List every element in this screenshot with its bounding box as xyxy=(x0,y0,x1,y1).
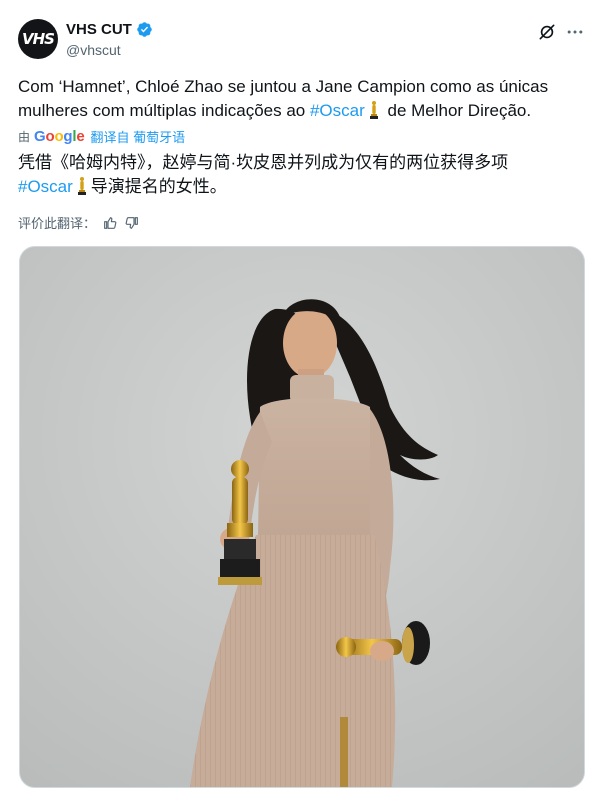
rate-translation-label: 评价此翻译： xyxy=(18,216,97,231)
translated-text: 凭借《哈姆内特》，赵婷与简·坎皮恩并列成为仅有的两位获得多项 #Oscar 导演提… xyxy=(18,151,558,199)
tweet-text-part: de Melhor Direção. xyxy=(382,101,532,120)
avatar-logo-text: VHS xyxy=(22,30,55,48)
author-name-row: VHS CUT xyxy=(66,21,153,38)
translated-text-part: 凭借《哈姆内特》，赵婷与简·坎皮恩并列成为仅有的两位获得多项 xyxy=(18,153,509,172)
translation-attribution: 由 Google 翻译自 葡萄牙语 xyxy=(18,127,185,146)
tweet-photo[interactable] xyxy=(19,246,585,788)
display-name[interactable]: VHS CUT xyxy=(66,21,132,38)
translated-by-label: 由 xyxy=(18,130,31,144)
avatar[interactable]: VHS xyxy=(18,19,58,59)
rate-translation: 评价此翻译： xyxy=(18,213,140,232)
thumbs-up-icon[interactable] xyxy=(102,215,118,231)
hashtag-link[interactable]: #Oscar xyxy=(18,177,73,196)
hashtag-link[interactable]: #Oscar xyxy=(310,101,365,120)
oscar-statuette-emoji xyxy=(77,177,86,195)
thumbs-down-icon[interactable] xyxy=(124,215,140,231)
translated-from-link[interactable]: 翻译自 葡萄牙语 xyxy=(91,127,186,146)
photo-illustration xyxy=(20,247,584,787)
more-options-icon[interactable] xyxy=(565,22,585,42)
author-handle[interactable]: @vhscut xyxy=(66,42,121,58)
tweet-text: Com ‘Hamnet’, Chloé Zhao se juntou a Jan… xyxy=(18,75,588,123)
translated-text-part: 导演提名的女性。 xyxy=(90,177,227,196)
verified-badge-icon xyxy=(137,22,152,37)
google-logo: Google xyxy=(34,128,85,145)
tweet: VHS VHS CUT @vhscut Com ‘Hamnet’, Chloé … xyxy=(0,0,601,788)
oscar-statuette-emoji xyxy=(369,101,378,119)
grok-icon[interactable] xyxy=(537,22,557,42)
